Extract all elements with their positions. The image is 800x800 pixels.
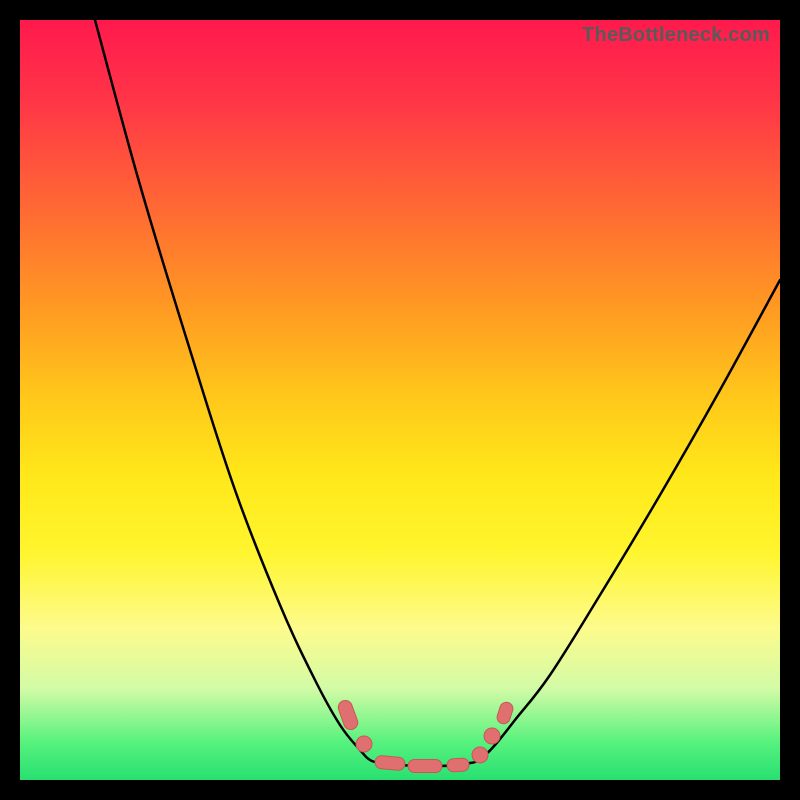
marker-layer xyxy=(336,699,514,773)
data-marker-1 xyxy=(356,736,372,752)
data-marker-4 xyxy=(447,758,470,772)
data-marker-5 xyxy=(472,747,488,763)
curve-layer xyxy=(95,20,780,766)
series-left-curve xyxy=(95,20,380,763)
chart-svg xyxy=(20,20,780,780)
plot-area: TheBottleneck.com xyxy=(20,20,780,780)
data-marker-2 xyxy=(374,755,405,771)
data-marker-7 xyxy=(495,701,514,726)
chart-frame: TheBottleneck.com xyxy=(0,0,800,800)
series-right-curve xyxy=(470,280,780,763)
data-marker-6 xyxy=(484,728,500,744)
data-marker-3 xyxy=(408,760,442,773)
